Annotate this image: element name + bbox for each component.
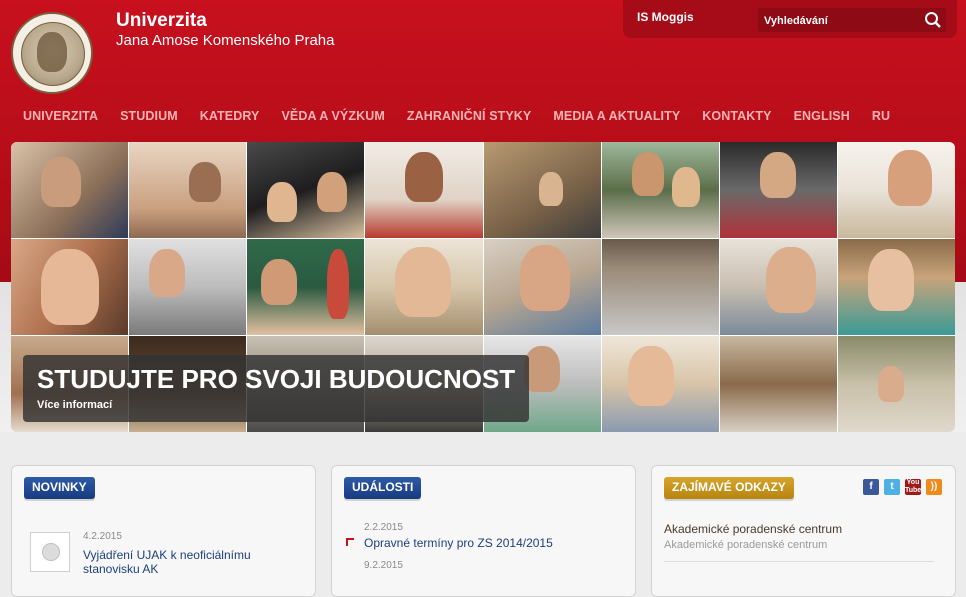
university-logo[interactable] <box>11 12 93 94</box>
photo-tile <box>601 336 719 432</box>
photo-tile <box>719 336 837 432</box>
facebook-icon[interactable]: f <box>863 479 879 495</box>
brand-title[interactable]: Univerzita <box>116 10 207 32</box>
search-box <box>758 8 946 32</box>
photo-tile <box>837 336 955 432</box>
nav-item-katedry[interactable]: KATEDRY <box>200 109 260 123</box>
search-input[interactable] <box>762 10 916 32</box>
bullet-marker-icon <box>346 538 354 546</box>
photo-tile <box>365 142 483 238</box>
nav-item-kontakty[interactable]: KONTAKTY <box>702 109 771 123</box>
hero-more-link[interactable]: Více informací <box>37 399 112 411</box>
links-divider <box>664 561 934 562</box>
photo-tile <box>483 142 601 238</box>
twitter-icon[interactable]: t <box>884 479 900 495</box>
brand-subtitle[interactable]: Jana Amose Komenského Praha <box>116 32 334 49</box>
news-heading: NOVINKY <box>24 477 95 499</box>
hero-banner[interactable]: STUDUJTE PRO SVOJI BUDOUCNOST Více infor… <box>23 355 529 422</box>
news-item-link[interactable]: Vyjádření UJAK k neoficiálnímu stanovisk… <box>83 548 293 576</box>
photo-tile <box>247 239 365 335</box>
photo-tile <box>601 239 719 335</box>
nav-item-studium[interactable]: STUDIUM <box>120 109 178 123</box>
event-date: 2.2.2015 <box>364 522 403 533</box>
hero-title: STUDUJTE PRO SVOJI BUDOUCNOST <box>37 364 516 394</box>
photo-tile <box>719 239 837 335</box>
photo-tile <box>129 142 247 238</box>
nav-item-veda-a-vyzkum[interactable]: VĚDA A VÝZKUM <box>281 109 384 123</box>
news-thumbnail[interactable] <box>30 532 70 572</box>
links-item-subtitle: Akademické poradenské centrum <box>664 539 828 551</box>
photo-tile <box>247 142 365 238</box>
main-navigation: UNIVERZITA STUDIUM KATEDRY VĚDA A VÝZKUM… <box>23 109 912 123</box>
photo-tile <box>11 142 129 238</box>
photo-tile <box>483 239 601 335</box>
nav-item-media-a-aktuality[interactable]: MEDIA A AKTUALITY <box>553 109 680 123</box>
photo-tile <box>365 239 483 335</box>
photo-tile <box>11 239 129 335</box>
events-heading: UDÁLOSTI <box>344 477 422 499</box>
event-item-link[interactable]: Opravné termíny pro ZS 2014/2015 <box>364 536 553 550</box>
logo-portrait <box>37 32 67 72</box>
event-date: 9.2.2015 <box>364 560 403 571</box>
news-panel: NOVINKY <box>11 465 316 597</box>
search-icon[interactable] <box>924 11 942 29</box>
seal-icon <box>42 543 60 561</box>
youtube-icon[interactable]: You Tube <box>905 479 921 495</box>
photo-tile <box>601 142 719 238</box>
news-date: 4.2.2015 <box>83 531 122 542</box>
photo-tile <box>719 142 837 238</box>
links-heading: ZAJÍMAVÉ ODKAZY <box>664 477 794 499</box>
nav-item-univerzita[interactable]: UNIVERZITA <box>23 109 98 123</box>
nav-item-english[interactable]: ENGLISH <box>794 109 850 123</box>
photo-tile <box>837 239 955 335</box>
is-moggis-link[interactable]: IS Moggis <box>637 10 694 24</box>
nav-item-zahranicni-styky[interactable]: ZAHRANIČNÍ STYKY <box>407 109 532 123</box>
photo-tile <box>129 239 247 335</box>
nav-item-ru[interactable]: RU <box>872 109 890 123</box>
rss-icon[interactable]: )) <box>926 479 942 495</box>
photo-tile <box>837 142 955 238</box>
links-item-link[interactable]: Akademické poradenské centrum <box>664 522 842 536</box>
